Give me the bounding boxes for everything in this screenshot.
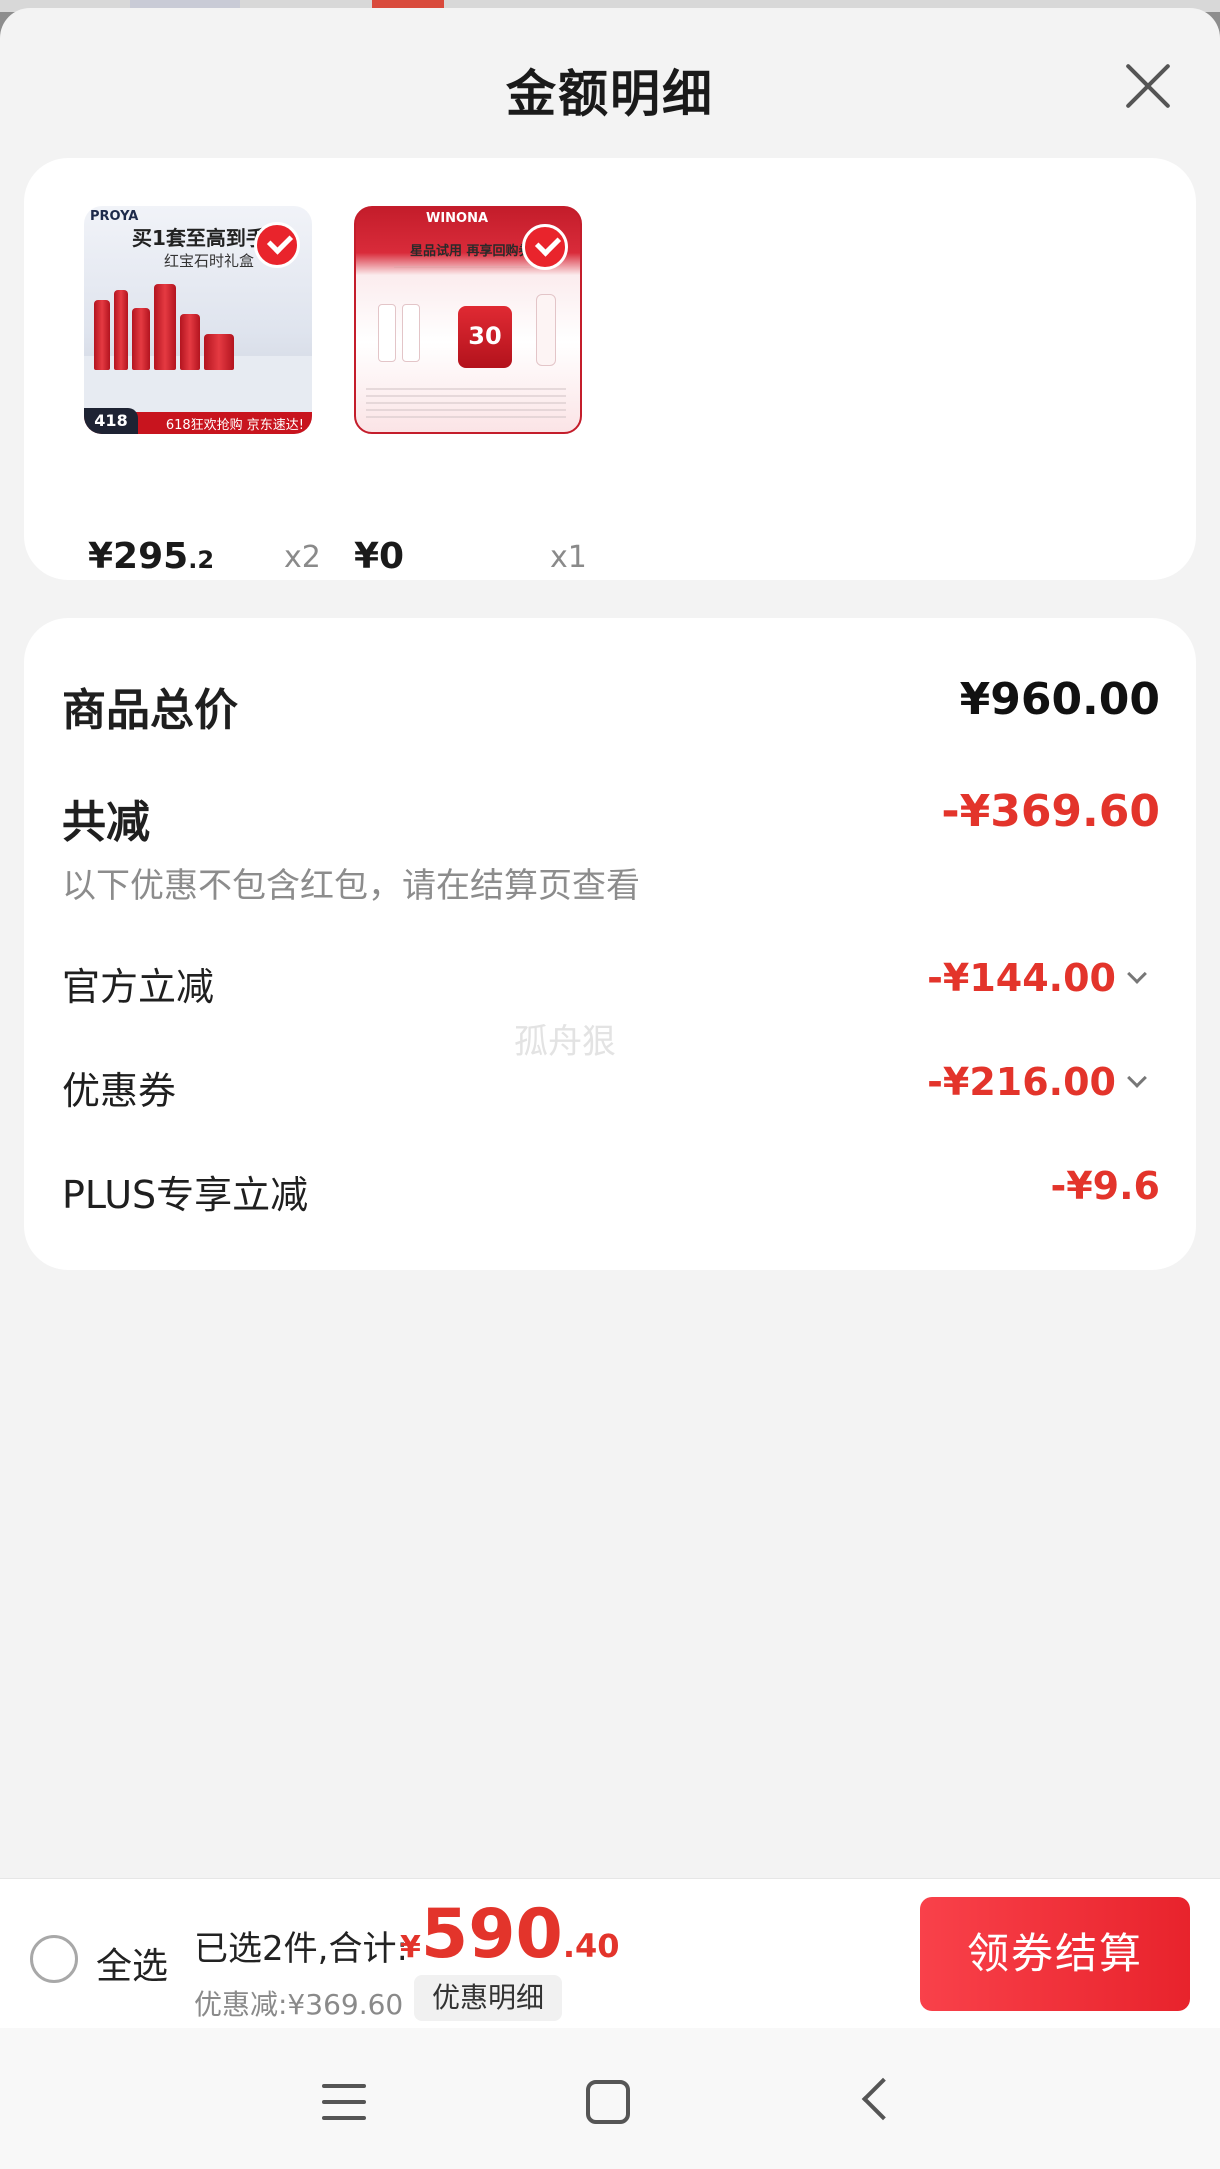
price-breakdown-card: 商品总价 ¥960.00 共减 -¥369.60 以下优惠不包含红包，请在结算页… [24, 618, 1196, 1270]
total-yen: ¥ [400, 1930, 421, 1965]
coupon-amount: -¥216.00 [927, 1060, 1116, 1104]
chevron-down-icon[interactable] [1127, 964, 1147, 984]
thumbnail-title: 星品试用 再享回购券 [410, 244, 532, 259]
thumbnail-badge: 418 [84, 408, 138, 434]
saved-amount: 优惠减:¥369.60 [194, 1988, 404, 2021]
total-price-value: ¥960.00 [959, 674, 1160, 725]
product-bottles-image [94, 284, 244, 370]
total-decimal: .40 [562, 1927, 620, 1965]
product-item[interactable]: WINONA 星品试用 再享回购券 30 ¥0 x1 [354, 206, 587, 577]
checkout-button[interactable]: 领券结算 [920, 1897, 1190, 2011]
product-quantity: x1 [550, 540, 587, 575]
coupon-label: 优惠券 [62, 1069, 177, 1113]
product-thumbnail[interactable]: PROYA 买1套至高到手11 红宝石时礼盒 618狂欢抢购 京东速达! 418 [84, 206, 312, 434]
close-icon[interactable] [1118, 58, 1174, 114]
product-thumbnail[interactable]: WINONA 星品试用 再享回购券 30 [354, 206, 582, 434]
back-icon[interactable] [861, 2077, 905, 2121]
background-thumbnail [130, 0, 240, 8]
watermark: 孤舟狠 [514, 1022, 616, 1062]
amount-detail-sheet: 金额明细 PROYA 买1套至高到手11 红宝石时礼盒 618狂欢抢购 京东速达… [0, 8, 1220, 2169]
price-integer: ¥295 [88, 536, 189, 577]
total-reduction-label: 共减 [62, 797, 150, 848]
home-icon[interactable] [586, 2080, 630, 2124]
thumbnail-tube [402, 304, 420, 362]
price-decimal: .2 [188, 546, 215, 574]
discount-detail-button[interactable]: 优惠明细 [414, 1975, 563, 2021]
thumbnail-coupon: 30 [458, 306, 512, 368]
plus-discount-label: PLUS专享立减 [62, 1173, 309, 1217]
chevron-down-icon[interactable] [1127, 1068, 1147, 1088]
product-quantity: x2 [284, 540, 321, 575]
menu-icon[interactable] [322, 2084, 366, 2120]
thumbnail-tube [378, 304, 396, 362]
products-card: PROYA 买1套至高到手11 红宝石时礼盒 618狂欢抢购 京东速达! 418 [24, 158, 1196, 580]
thumbnail-steps-line [394, 266, 544, 268]
system-navigation-bar [0, 2028, 1220, 2169]
thumbnail-footer-text: 618狂欢抢购 京东速达! [165, 418, 304, 433]
coupon-value[interactable]: -¥216.00 [927, 1060, 1147, 1104]
select-all-label[interactable]: 全选 [96, 1937, 168, 1989]
official-discount-label: 官方立减 [62, 965, 215, 1009]
checkmark-icon[interactable] [254, 222, 300, 268]
checkmark-icon[interactable] [522, 224, 568, 270]
total-reduction-value: -¥369.60 [941, 786, 1160, 837]
product-price: ¥0 [354, 536, 404, 577]
official-discount-amount: -¥144.00 [927, 956, 1116, 1000]
selected-summary: 已选2件,合计: [194, 1929, 408, 1969]
price-integer: ¥0 [354, 536, 405, 577]
total-amount: ¥590.40 [400, 1895, 620, 1974]
background-tag [372, 0, 444, 8]
official-discount-value[interactable]: -¥144.00 [927, 956, 1147, 1000]
total-price-label: 商品总价 [62, 685, 238, 736]
thumbnail-promo-subtext: 红宝石时礼盒 [164, 252, 255, 270]
sheet-title: 金额明细 [506, 65, 714, 123]
select-all-radio[interactable] [30, 1935, 78, 1983]
thumbnail-bottle [536, 294, 556, 366]
total-integer: 590 [420, 1895, 563, 1974]
plus-discount-value: -¥9.6 [1050, 1164, 1160, 1208]
product-price: ¥295.2 [88, 536, 214, 577]
checkout-bar: 全选 已选2件,合计: ¥590.40 优惠减:¥369.60 优惠明细 领券结… [0, 1878, 1220, 2028]
brand-logo: WINONA [426, 211, 489, 226]
discount-note: 以下优惠不包含红包，请在结算页查看 [62, 866, 640, 906]
product-item[interactable]: PROYA 买1套至高到手11 红宝石时礼盒 618狂欢抢购 京东速达! 418 [84, 206, 321, 577]
thumbnail-fine-print [366, 388, 566, 418]
